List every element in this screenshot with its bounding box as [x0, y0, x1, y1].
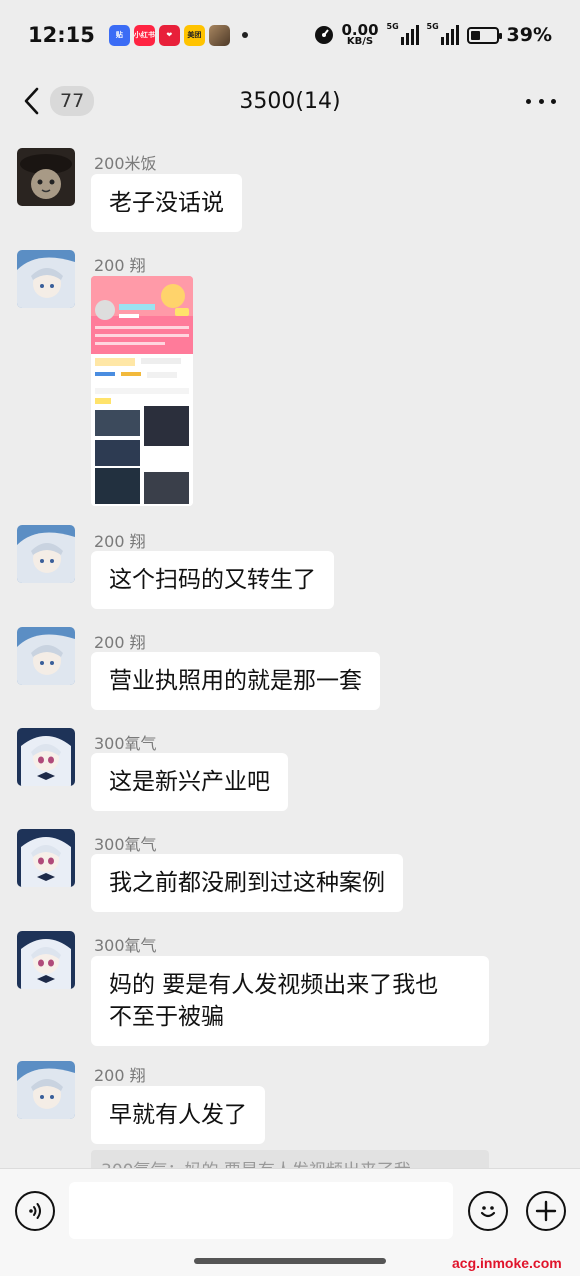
- signal-2-icon: 5G: [426, 22, 459, 45]
- message-bubble[interactable]: 营业执照用的就是那一套: [91, 652, 380, 710]
- sender-name: 200 翔: [94, 633, 146, 652]
- xiaohongshu-app-icon: 小红书: [133, 24, 155, 46]
- speed-unit: KB/S: [346, 36, 374, 47]
- plus-icon: [535, 1200, 557, 1222]
- voice-icon: [29, 1203, 41, 1219]
- anime-avatar-icon[interactable]: [17, 250, 75, 308]
- status-time: 12:15: [28, 23, 95, 47]
- anime-avatar-icon[interactable]: [17, 627, 75, 685]
- message-bubble[interactable]: 这个扫码的又转生了: [91, 551, 334, 609]
- anime-avatar-icon[interactable]: [17, 829, 75, 887]
- voice-input-button[interactable]: [15, 1191, 55, 1231]
- watermark: acg.inmoke.com: [452, 1255, 562, 1271]
- message-input[interactable]: [69, 1182, 453, 1239]
- anime-avatar-icon[interactable]: [17, 728, 75, 786]
- home-indicator[interactable]: [194, 1258, 386, 1264]
- message-bubble[interactable]: 我之前都没刷到过这种案例: [91, 854, 403, 912]
- network-speed: 0.00 KB/S: [342, 23, 379, 47]
- message-list[interactable]: 200米饭 老子没话说 200 翔 200 翔 这个扫码的又转生了 200 翔 …: [0, 132, 580, 1168]
- back-button[interactable]: 77: [20, 86, 95, 116]
- heart-app-icon: ❤: [158, 24, 180, 46]
- anime-avatar-icon[interactable]: [17, 931, 75, 989]
- chat-header: 77 3500(14): [0, 70, 580, 132]
- tieba-app-icon: 贴: [108, 24, 130, 46]
- speed-gauge-icon: [314, 26, 333, 44]
- sender-name: 200 翔: [94, 532, 146, 551]
- dot-icon: [526, 98, 531, 104]
- status-bar: 12:15 贴 小红书 ❤ 美团 0.00 KB/S 5G 5G 39%: [0, 0, 580, 70]
- more-options-button[interactable]: [526, 86, 556, 116]
- chevron-left-icon: [24, 87, 39, 115]
- screenshot-thumbnail-icon: [91, 276, 193, 506]
- speed-value: 0.00: [341, 21, 379, 39]
- sender-name: 300氧气: [94, 734, 157, 753]
- image-message[interactable]: [91, 276, 193, 506]
- status-app-icons: 贴 小红书 ❤ 美团: [108, 24, 248, 46]
- meituan-app-icon: 美团: [183, 24, 205, 46]
- sender-name: 300氧气: [94, 936, 157, 955]
- battery-percent: 39%: [506, 24, 552, 46]
- smiley-icon: [480, 1206, 496, 1218]
- message-line: 妈的 要是有人发视频出来了我也: [109, 972, 439, 998]
- battery-icon: [466, 26, 502, 44]
- signal-1-icon: 5G: [386, 22, 419, 45]
- message-bubble[interactable]: 老子没话说: [91, 174, 242, 232]
- more-notifications-dot: [241, 32, 248, 38]
- dot-icon: [538, 98, 544, 104]
- anime-avatar-icon[interactable]: [17, 1061, 75, 1119]
- sender-name: 300氧气: [94, 835, 157, 854]
- message-bubble[interactable]: 这是新兴产业吧: [91, 753, 288, 811]
- cat-avatar-icon[interactable]: [17, 148, 75, 206]
- sender-name: 200 翔: [94, 256, 146, 275]
- signal-2-label: 5G: [426, 22, 439, 31]
- message-bubble[interactable]: 早就有人发了: [91, 1086, 265, 1144]
- sender-name: 200 翔: [94, 1066, 146, 1085]
- message-bubble[interactable]: 妈的 要是有人发视频出来了我也 不至于被骗: [91, 956, 489, 1046]
- sender-name: 200米饭: [94, 154, 157, 173]
- message-line: 不至于被骗: [109, 1004, 224, 1030]
- anime-avatar-icon[interactable]: [17, 525, 75, 583]
- dot-icon: [551, 98, 556, 104]
- status-right: 0.00 KB/S 5G 5G 39%: [314, 22, 552, 47]
- emoji-button[interactable]: [468, 1191, 508, 1231]
- game-app-icon: [208, 24, 230, 46]
- signal-1-label: 5G: [386, 22, 399, 31]
- unread-count-badge: 77: [50, 86, 95, 116]
- quoted-message-preview[interactable]: 300氧气：妈的 要是有人发视频出来了我: [91, 1150, 489, 1168]
- more-functions-button[interactable]: [526, 1191, 566, 1231]
